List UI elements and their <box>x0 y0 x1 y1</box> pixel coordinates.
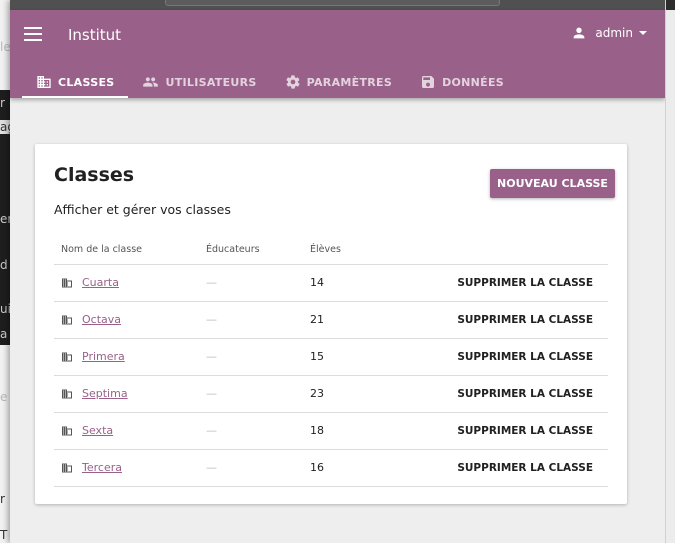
table-row: Tercera —16 SUPPRIMER LA CLASSE <box>54 449 608 487</box>
tab-label: PARAMÈTRES <box>306 75 393 89</box>
educators-cell: — <box>199 264 303 302</box>
students-cell: 21 <box>303 301 413 339</box>
tab-settings[interactable]: PARAMÈTRES <box>271 66 406 98</box>
chevron-down-icon <box>639 31 647 35</box>
app-window: Institut admin CLASSES UTILISATEURS PARA… <box>10 0 665 543</box>
class-name-cell: Sexta <box>54 412 199 450</box>
bg-text-fragment: T <box>0 528 8 542</box>
app-bar: Institut admin CLASSES UTILISATEURS PARA… <box>10 10 665 98</box>
column-header-name: Nom de la classe <box>54 236 199 265</box>
table-row: Cuarta —14 SUPPRIMER LA CLASSE <box>54 264 608 302</box>
column-header-educators: Éducateurs <box>199 236 303 265</box>
educators-cell: — <box>199 338 303 376</box>
bg-text-fragment: r <box>0 96 5 110</box>
class-link[interactable]: Tercera <box>82 461 122 474</box>
bg-text-fragment: le <box>0 40 10 54</box>
tab-data[interactable]: DONNÉES <box>406 66 518 98</box>
table-header-row: Nom de la classe Éducateurs Élèves <box>54 236 608 265</box>
tab-label: CLASSES <box>58 75 115 89</box>
class-name-cell: Cuarta <box>54 264 199 302</box>
bg-dark-panel: r ag er d ui a <box>0 90 10 345</box>
delete-class-button[interactable]: SUPPRIMER LA CLASSE <box>413 301 608 339</box>
delete-class-button[interactable]: SUPPRIMER LA CLASSE <box>413 375 608 413</box>
class-name-cell: Tercera <box>54 449 199 487</box>
bg-text-fragment: r <box>0 492 5 506</box>
tab-users[interactable]: UTILISATEURS <box>128 66 270 98</box>
educators-cell: — <box>199 375 303 413</box>
class-name-cell: Primera <box>54 338 199 376</box>
new-class-button[interactable]: NOUVEAU CLASSE <box>490 169 615 198</box>
app-title: Institut <box>68 26 122 44</box>
table-row: Octava —21 SUPPRIMER LA CLASSE <box>54 301 608 339</box>
educators-cell: — <box>199 301 303 339</box>
class-name-cell: Septima <box>54 375 199 413</box>
bg-text-fragment: ui <box>0 302 10 316</box>
address-bar[interactable] <box>165 0 500 6</box>
page-title: Classes <box>54 164 135 186</box>
menu-icon[interactable] <box>24 27 42 41</box>
educators-cell: — <box>199 412 303 450</box>
tab-label: DONNÉES <box>442 75 505 89</box>
user-menu[interactable]: admin <box>571 25 647 41</box>
students-cell: 15 <box>303 338 413 376</box>
educators-cell: — <box>199 449 303 487</box>
class-link[interactable]: Septima <box>82 387 128 400</box>
class-link[interactable]: Sexta <box>82 424 113 437</box>
delete-class-button[interactable]: SUPPRIMER LA CLASSE <box>413 338 608 376</box>
page-description: Afficher et gérer vos classes <box>54 202 231 217</box>
classroom-icon <box>62 389 72 398</box>
class-name-cell: Octava <box>54 301 199 339</box>
delete-class-button[interactable]: SUPPRIMER LA CLASSE <box>413 412 608 450</box>
classroom-icon <box>62 463 72 472</box>
classes-icon <box>37 76 51 88</box>
background-window-right <box>665 0 675 543</box>
people-icon <box>143 77 159 87</box>
classroom-icon <box>62 315 72 324</box>
table-row: Sexta —18 SUPPRIMER LA CLASSE <box>54 412 608 450</box>
bg-text-fragment: er <box>0 212 10 226</box>
class-link[interactable]: Cuarta <box>82 276 119 289</box>
gear-icon <box>286 75 300 89</box>
save-icon <box>422 76 435 88</box>
table-row: Primera —15 SUPPRIMER LA CLASSE <box>54 338 608 376</box>
browser-toolbar <box>10 0 665 10</box>
students-cell: 14 <box>303 264 413 302</box>
bg-text-fragment: a <box>0 327 8 341</box>
table-row: Septima —23 SUPPRIMER LA CLASSE <box>54 375 608 413</box>
students-cell: 18 <box>303 412 413 450</box>
classes-table: Nom de la classe Éducateurs Élèves Cuart… <box>54 236 608 487</box>
classroom-icon <box>62 352 72 361</box>
column-header-actions <box>413 236 608 265</box>
classes-card: Classes Afficher et gérer vos classes NO… <box>35 144 627 504</box>
user-name: admin <box>595 26 633 40</box>
bg-text-fragment: d <box>0 258 8 272</box>
class-link[interactable]: Primera <box>82 350 125 363</box>
students-cell: 23 <box>303 375 413 413</box>
delete-class-button[interactable]: SUPPRIMER LA CLASSE <box>413 449 608 487</box>
column-header-students: Élèves <box>303 236 413 265</box>
bg-text-fragment: e <box>0 390 8 404</box>
person-icon <box>574 27 585 39</box>
students-cell: 16 <box>303 449 413 487</box>
tab-label: UTILISATEURS <box>165 75 257 89</box>
delete-class-button[interactable]: SUPPRIMER LA CLASSE <box>413 264 608 302</box>
nav-tabs: CLASSES UTILISATEURS PARAMÈTRES DONNÉES <box>22 66 518 98</box>
class-link[interactable]: Octava <box>82 313 121 326</box>
classroom-icon <box>62 278 72 287</box>
bg-text-fragment: ag <box>0 120 10 134</box>
background-window: le r ag er d ui a e r T <box>0 0 10 543</box>
classroom-icon <box>62 426 72 435</box>
tab-classes[interactable]: CLASSES <box>22 66 129 98</box>
